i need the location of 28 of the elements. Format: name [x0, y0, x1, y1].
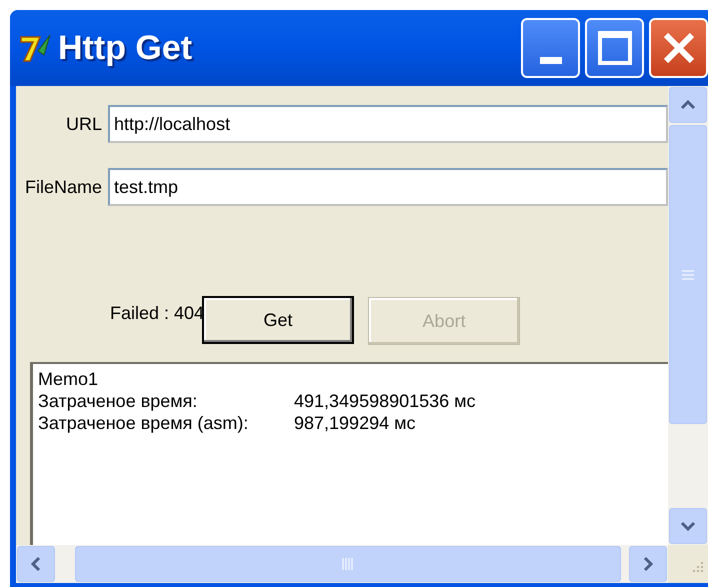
memo-line: Затраченое время (asm):: [38, 412, 250, 434]
vertical-scrollbar[interactable]: [668, 86, 708, 545]
text-field[interactable]: test.tmp: [108, 168, 668, 206]
status-text: Failed : 404: [110, 302, 204, 325]
scroll-up-button[interactable]: [669, 87, 707, 123]
button[interactable]: Get: [202, 296, 354, 344]
scroll-left-button[interactable]: [17, 546, 55, 582]
memo-line: Memo1: [38, 368, 98, 390]
resize-grip-icon: [693, 562, 703, 572]
horizontal-scrollbar[interactable]: [16, 545, 668, 583]
scroll-thumb[interactable]: [75, 546, 621, 582]
close-icon: [662, 31, 696, 65]
window-title: Http Get: [58, 31, 192, 65]
grip-icon: [342, 557, 354, 571]
memo-line: Затраченое время:: [38, 390, 198, 412]
grip-icon: [681, 270, 695, 280]
memo-value: 987,199294 мс: [294, 412, 416, 434]
scroll-thumb[interactable]: [669, 125, 707, 424]
memo-value: 491,349598901536 мс: [294, 390, 476, 412]
field-label: FileName: [24, 176, 103, 198]
scroll-right-button[interactable]: [629, 546, 667, 582]
scroll-down-button[interactable]: [669, 508, 707, 544]
minimize-button[interactable]: [521, 18, 580, 78]
memo-box[interactable]: Memo1 Затраченое время: 491,349598901536 мс Затраченое время (asm): 987,199294 мс: [30, 362, 668, 545]
text-field[interactable]: http://localhost: [108, 105, 668, 143]
maximize-button[interactable]: [585, 18, 644, 78]
field-label: URL: [64, 112, 103, 136]
close-button[interactable]: [649, 18, 708, 78]
